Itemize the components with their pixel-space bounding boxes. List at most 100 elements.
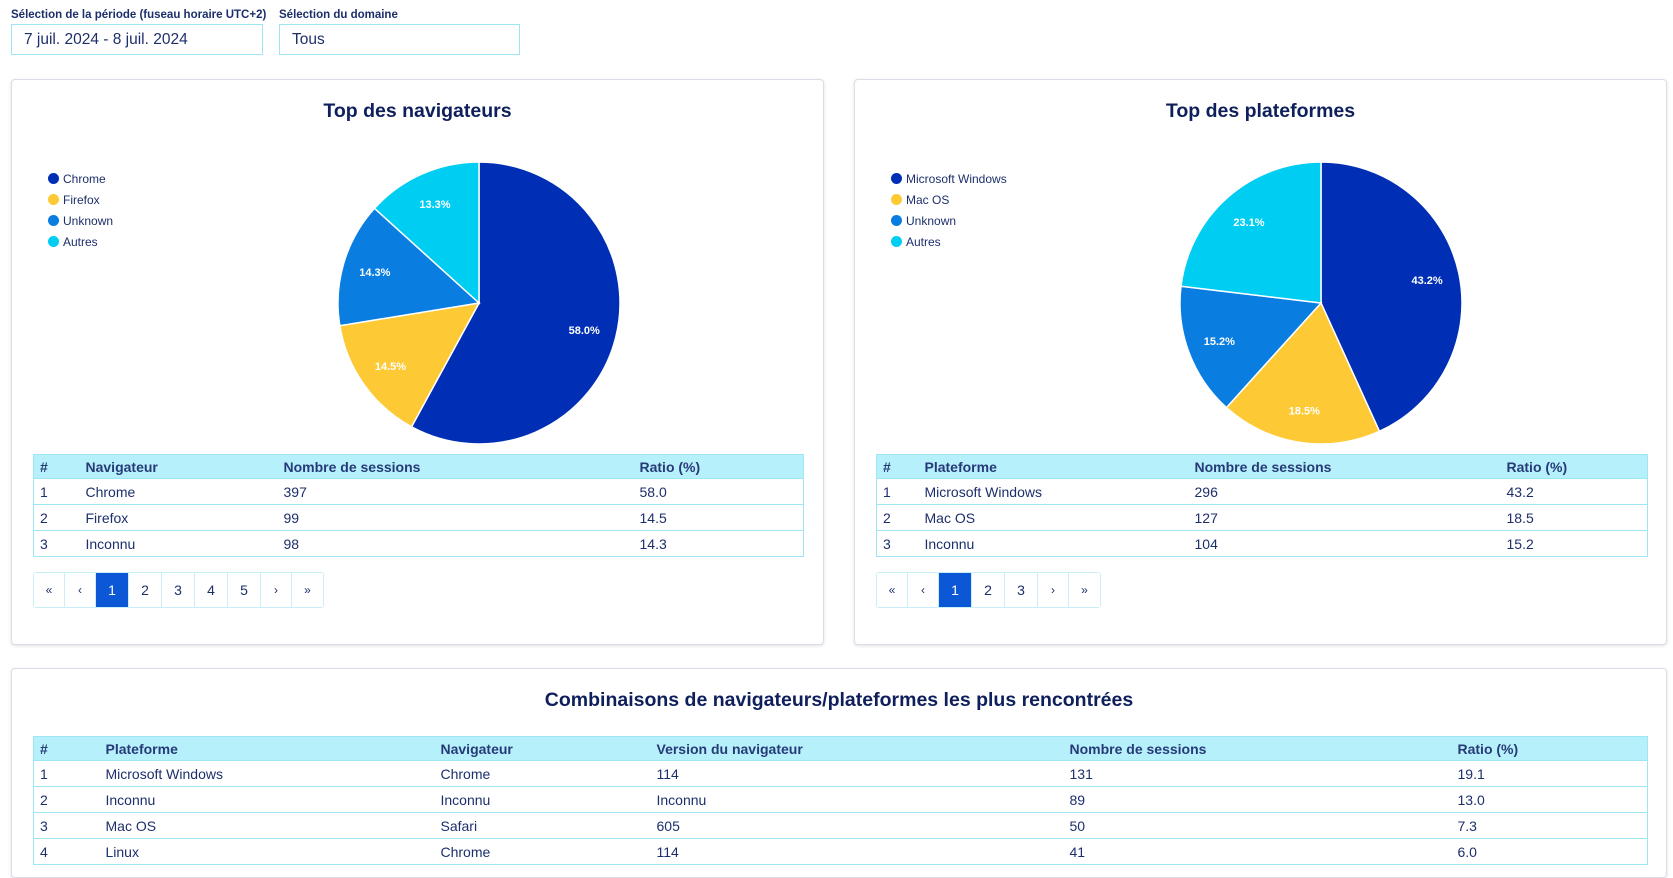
legend-item[interactable]: Microsoft Windows — [891, 168, 1007, 189]
table-cell: 3 — [33, 530, 80, 557]
column-header[interactable]: Ratio (%) — [633, 454, 804, 479]
legend-swatch-icon — [48, 173, 59, 184]
table-cell: Inconnu — [99, 786, 435, 813]
legend-item[interactable]: Autres — [891, 231, 1007, 252]
pie-slice-label: 23.1% — [1233, 217, 1264, 229]
column-header[interactable]: Ratio (%) — [1500, 454, 1648, 479]
column-header[interactable]: Nombre de sessions — [277, 454, 634, 479]
column-header[interactable]: Navigateur — [79, 454, 278, 479]
next-page-button[interactable]: › — [1038, 573, 1069, 607]
pie-slice-4[interactable] — [1180, 161, 1322, 304]
pie-slice-label: 43.2% — [1412, 275, 1443, 287]
pie-slice-label: 18.5% — [1289, 405, 1320, 417]
legend-swatch-icon — [891, 194, 902, 205]
column-header[interactable]: Nombre de sessions — [1188, 454, 1501, 479]
combinations-panel: Combinaisons de navigateurs/plateformes … — [11, 668, 1667, 878]
legend-swatch-icon — [891, 236, 902, 247]
page-button-3[interactable]: 3 — [162, 573, 195, 607]
legend-swatch-icon — [891, 215, 902, 226]
column-header[interactable]: Plateforme — [918, 454, 1189, 479]
table-row: 3 Inconnu 104 15.2 — [876, 530, 1648, 557]
page-button-1[interactable]: 1 — [939, 573, 972, 607]
legend-label: Chrome — [63, 171, 106, 186]
page-button-2[interactable]: 2 — [129, 573, 162, 607]
column-header[interactable]: Nombre de sessions — [1063, 736, 1452, 761]
table-cell: Chrome — [79, 478, 278, 505]
table-row: 2 Inconnu Inconnu Inconnu 89 13.0 — [33, 786, 1648, 813]
browsers-title: Top des navigateurs — [323, 100, 512, 122]
previous-page-button[interactable]: ‹ — [65, 573, 96, 607]
column-header[interactable]: Ratio (%) — [1451, 736, 1648, 761]
table-row: 3 Inconnu 98 14.3 — [33, 530, 804, 557]
table-cell: 89 — [1063, 786, 1452, 813]
column-header[interactable]: Version du navigateur — [650, 736, 1064, 761]
browsers-pagination: « ‹ 1 2 3 4 5 › » — [33, 572, 324, 608]
next-page-button[interactable]: › — [261, 573, 292, 607]
table-cell: 7.3 — [1451, 812, 1648, 839]
table-cell: 1 — [33, 760, 100, 787]
platforms-pie-chart: 43.2% 18.5% 15.2% 23.1% — [1179, 161, 1463, 445]
pie-slice-label: 15.2% — [1204, 336, 1235, 348]
legend-label: Unknown — [63, 213, 114, 228]
table-cell: 127 — [1188, 504, 1501, 531]
browsers-table: # Navigateur Nombre de sessions Ratio (%… — [33, 454, 804, 557]
column-header: # — [876, 454, 919, 479]
page-button-5[interactable]: 5 — [228, 573, 261, 607]
page-button-1[interactable]: 1 — [96, 573, 129, 607]
legend-item[interactable]: Chrome — [48, 168, 113, 189]
table-cell: 3 — [33, 812, 100, 839]
table-cell: 1 — [33, 478, 80, 505]
table-cell: Firefox — [79, 504, 278, 531]
table-header-row: # Navigateur Nombre de sessions Ratio (%… — [33, 454, 804, 479]
period-picker[interactable]: 7 juil. 2024 - 8 juil. 2024 — [11, 24, 263, 55]
legend-label: Microsoft Windows — [906, 171, 1007, 186]
column-header[interactable]: Navigateur — [434, 736, 651, 761]
page-button-4[interactable]: 4 — [195, 573, 228, 607]
page-button-3[interactable]: 3 — [1005, 573, 1038, 607]
first-page-button[interactable]: « — [877, 573, 908, 607]
table-cell: 14.3 — [633, 530, 804, 557]
table-cell: Microsoft Windows — [918, 478, 1189, 505]
browsers-panel: Top des navigateurs Chrome Firefox Unkno… — [11, 79, 824, 645]
table-cell: 114 — [650, 760, 1064, 787]
domain-select[interactable]: Tous — [279, 24, 520, 55]
table-header-row: # Plateforme Navigateur Version du navig… — [33, 736, 1648, 761]
legend-item[interactable]: Autres — [48, 231, 113, 252]
table-cell: Inconnu — [918, 530, 1189, 557]
legend-item[interactable]: Firefox — [48, 189, 113, 210]
table-cell: 131 — [1063, 760, 1452, 787]
legend-label: Unknown — [906, 213, 957, 228]
table-cell: 50 — [1063, 812, 1452, 839]
column-header[interactable]: Plateforme — [99, 736, 435, 761]
legend-swatch-icon — [48, 194, 59, 205]
last-page-button[interactable]: » — [1069, 573, 1100, 607]
domain-label: Sélection du domaine — [279, 9, 398, 21]
table-cell: 2 — [33, 504, 80, 531]
table-row: 3 Mac OS Safari 605 50 7.3 — [33, 812, 1648, 839]
first-page-button[interactable]: « — [34, 573, 65, 607]
table-cell: Inconnu — [434, 786, 651, 813]
legend-label: Autres — [63, 234, 98, 249]
table-cell: 18.5 — [1500, 504, 1648, 531]
table-cell: 15.2 — [1500, 530, 1648, 557]
legend-item[interactable]: Unknown — [891, 210, 1007, 231]
table-cell: Mac OS — [918, 504, 1189, 531]
browsers-pie-chart: 58.0% 14.5% 14.3% 13.3% — [337, 161, 621, 445]
platforms-panel: Top des plateformes Microsoft Windows Ma… — [854, 79, 1667, 645]
column-header: # — [33, 736, 100, 761]
platforms-pagination: « ‹ 1 2 3 › » — [876, 572, 1101, 608]
table-cell: 19.1 — [1451, 760, 1648, 787]
platforms-table: # Plateforme Nombre de sessions Ratio (%… — [876, 454, 1648, 557]
browsers-legend: Chrome Firefox Unknown Autres — [48, 168, 113, 252]
legend-swatch-icon — [891, 173, 902, 184]
legend-item[interactable]: Unknown — [48, 210, 113, 231]
last-page-button[interactable]: » — [292, 573, 323, 607]
legend-swatch-icon — [48, 236, 59, 247]
table-cell: 58.0 — [633, 478, 804, 505]
table-cell: Inconnu — [79, 530, 278, 557]
previous-page-button[interactable]: ‹ — [908, 573, 939, 607]
legend-item[interactable]: Mac OS — [891, 189, 1007, 210]
table-cell: 99 — [277, 504, 634, 531]
table-cell: 2 — [876, 504, 919, 531]
page-button-2[interactable]: 2 — [972, 573, 1005, 607]
